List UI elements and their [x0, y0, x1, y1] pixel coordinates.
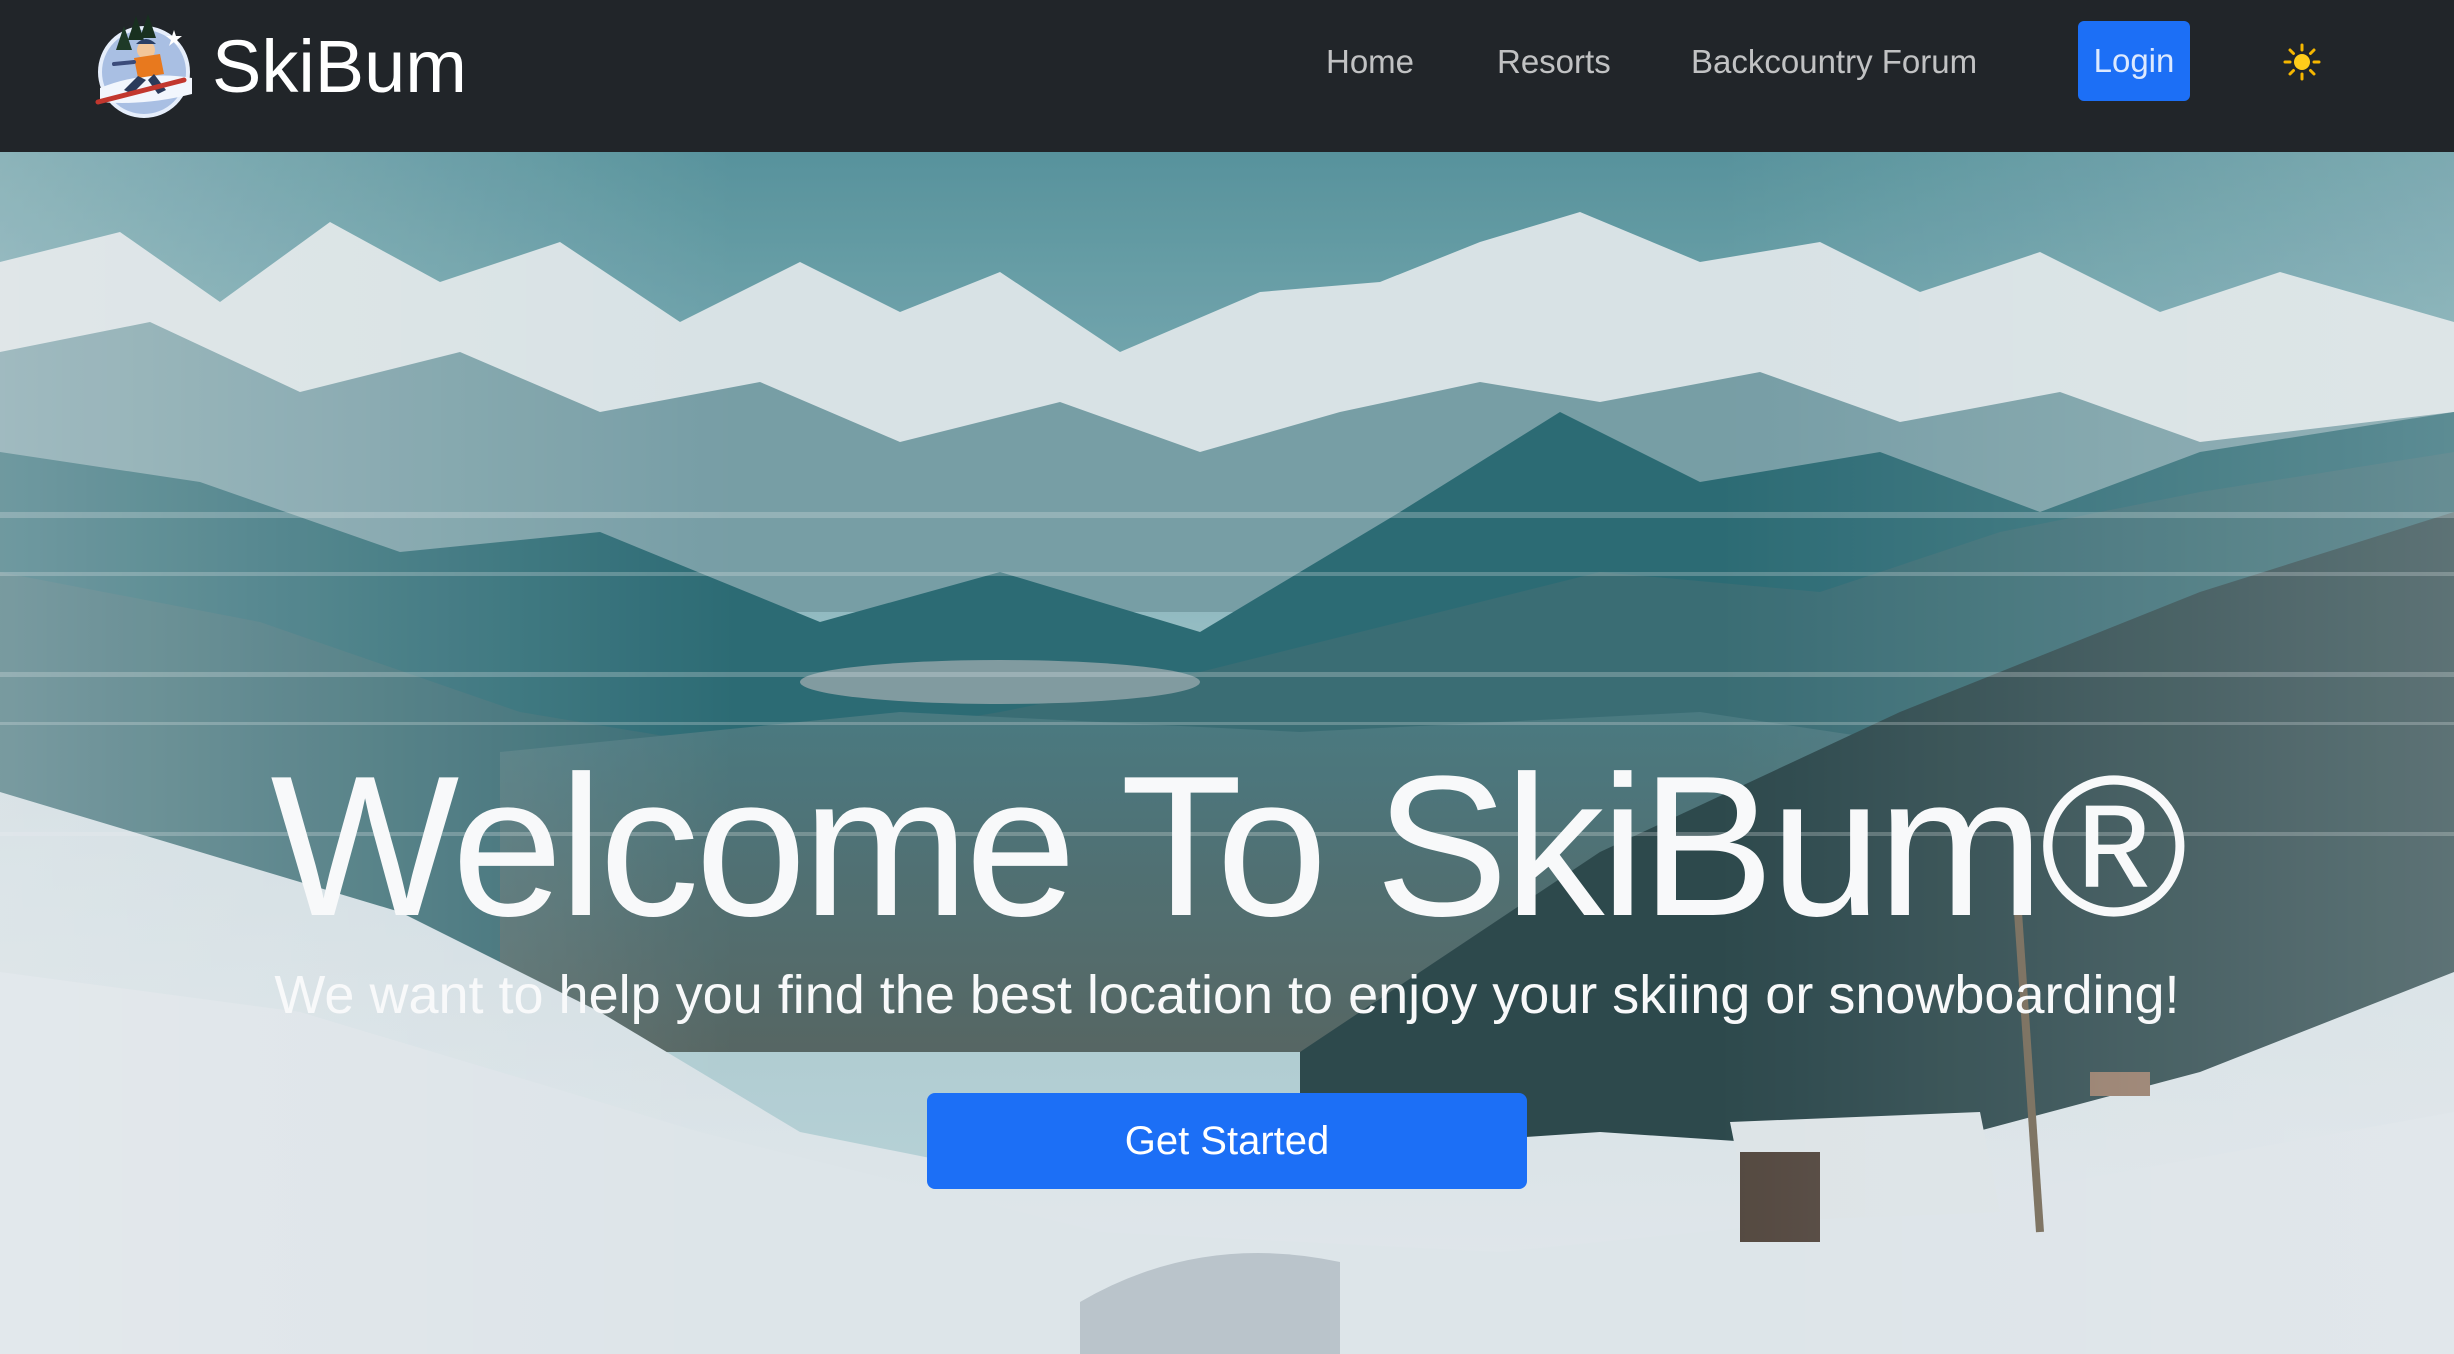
- navbar: SkiBum Home Resorts Backcountry Forum Lo…: [0, 0, 2454, 152]
- login-button[interactable]: Login: [2078, 21, 2190, 101]
- nav-links: Home Resorts Backcountry Forum Login: [0, 0, 2454, 124]
- hero-title: Welcome To SkiBum®: [270, 735, 2187, 958]
- sun-icon[interactable]: [2282, 42, 2322, 82]
- nav-link-resorts[interactable]: Resorts: [1497, 40, 1611, 84]
- nav-link-backcountry-forum[interactable]: Backcountry Forum: [1691, 40, 1977, 84]
- get-started-button[interactable]: Get Started: [927, 1093, 1527, 1189]
- hero-subtitle: We want to help you find the best locati…: [274, 965, 2180, 1025]
- hero-section: Welcome To SkiBum® We want to help you f…: [0, 152, 2454, 1354]
- nav-link-home[interactable]: Home: [1326, 40, 1414, 84]
